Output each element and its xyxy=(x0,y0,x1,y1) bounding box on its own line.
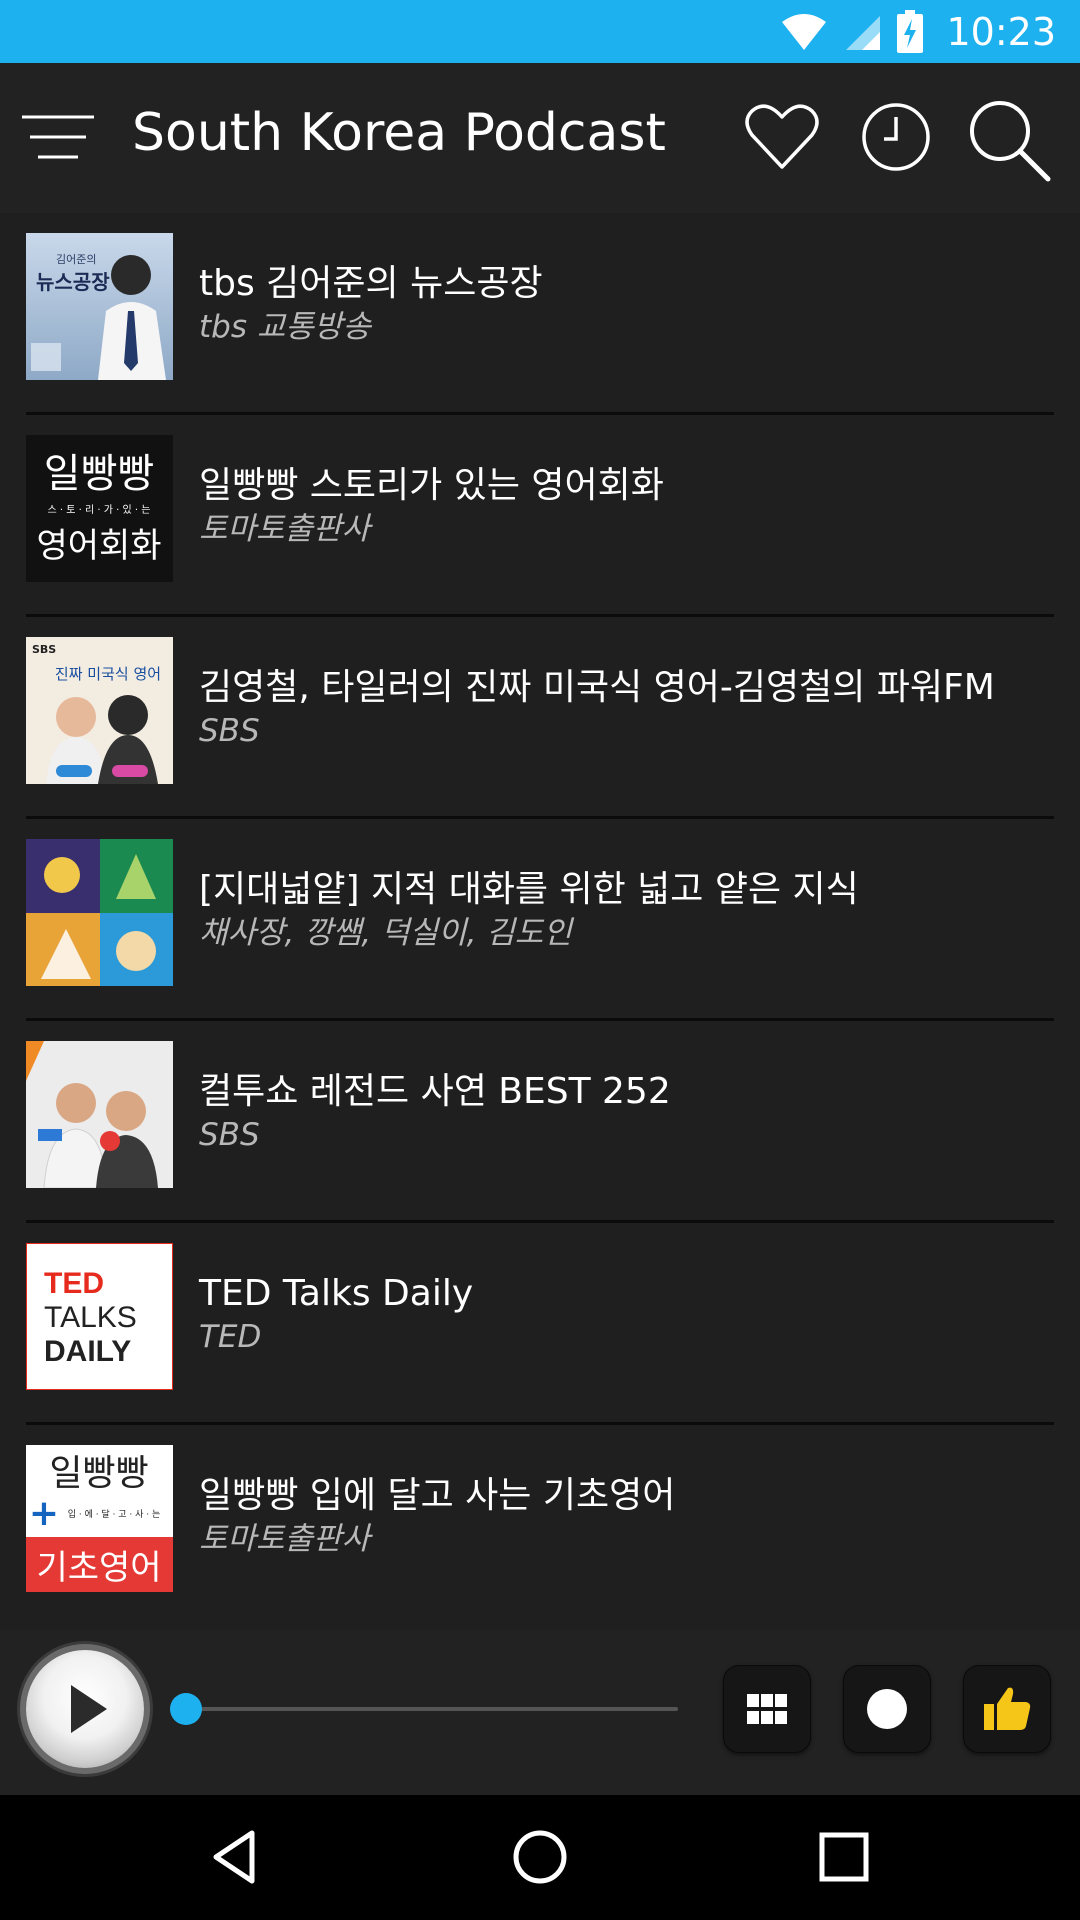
search-icon xyxy=(970,101,1051,182)
podcast-title: tbs 김어준의 뉴스공장 xyxy=(199,263,543,304)
grid-icon xyxy=(747,1694,787,1724)
podcast-author: SBS xyxy=(199,1117,260,1153)
podcast-list-item[interactable]: 일빵빵 + 입 · 에 · 달 · 고 · 사 · 는 기초영어 일빵빵 입에 … xyxy=(26,1425,1054,1627)
art-main-text: 일빵빵 xyxy=(44,451,154,497)
podcast-title: TED Talks Daily xyxy=(199,1273,474,1314)
app-title: South Korea Podcast xyxy=(132,103,666,163)
art-badge-text: SBS xyxy=(32,643,56,656)
art-sub-text: 김어준의 xyxy=(56,253,96,266)
cell-signal-icon xyxy=(842,12,882,52)
history-button[interactable] xyxy=(856,97,936,177)
podcast-title: 일빵빵 스토리가 있는 영어회화 xyxy=(199,465,664,506)
podcast-author: 채사장, 깡쌤, 덕실이, 김도인 xyxy=(199,915,572,951)
podcast-list-item[interactable]: 일빵빵 스 · 토 · 리 · 가 · 있 · 는 영어회화 일빵빵 스토리가 … xyxy=(26,415,1054,617)
like-button[interactable] xyxy=(963,1665,1051,1753)
home-icon xyxy=(513,1830,567,1884)
art-bottom-text: 영어회화 xyxy=(36,526,161,566)
art-line2: TALKS xyxy=(44,1301,137,1334)
podcast-title: [지대넓얕] 지적 대화를 위한 넓고 얕은 지식 xyxy=(199,869,859,910)
battery-charging-icon xyxy=(896,9,924,54)
podcast-artwork: 일빵빵 + 입 · 에 · 달 · 고 · 사 · 는 기초영어 xyxy=(26,1445,173,1592)
podcast-author: TED xyxy=(199,1319,262,1355)
home-button[interactable] xyxy=(504,1821,576,1893)
podcast-artwork: 일빵빵 스 · 토 · 리 · 가 · 있 · 는 영어회화 xyxy=(26,435,173,582)
art-line1: TED xyxy=(44,1267,104,1300)
back-icon xyxy=(213,1830,255,1884)
podcast-list-item[interactable]: SBS 진짜 미국식 영어 김영철, 타일러의 진짜 미국식 영어-김영철의 파… xyxy=(26,617,1054,819)
play-button[interactable] xyxy=(26,1650,144,1768)
record-button[interactable] xyxy=(843,1665,931,1753)
clock-icon xyxy=(862,103,930,171)
navigation-bar xyxy=(0,1795,1080,1920)
menu-icon xyxy=(22,115,94,159)
podcast-author: tbs 교통방송 xyxy=(199,309,371,345)
art-middle-text: 입 · 에 · 달 · 고 · 사 · 는 xyxy=(68,1508,161,1520)
art-main-text: 일빵빵 xyxy=(49,1453,148,1494)
status-bar: 10:23 xyxy=(0,0,1080,63)
player-bar xyxy=(0,1630,1080,1795)
podcast-artwork xyxy=(26,839,173,986)
art-plus: + xyxy=(29,1493,59,1534)
podcast-list-item[interactable]: [지대넓얕] 지적 대화를 위한 넓고 얕은 지식 채사장, 깡쌤, 덕실이, … xyxy=(26,819,1054,1021)
back-button[interactable] xyxy=(200,1821,272,1893)
search-button[interactable] xyxy=(966,97,1051,182)
podcast-author: 토마토출판사 xyxy=(199,1521,371,1557)
podcast-list-item[interactable]: 김어준의 뉴스공장 tbs 김어준의 뉴스공장 tbs 교통방송 xyxy=(26,213,1054,415)
podcast-artwork: 김어준의 뉴스공장 xyxy=(26,233,173,380)
record-icon xyxy=(867,1689,907,1729)
seek-thumb[interactable] xyxy=(170,1693,202,1725)
podcast-title: 일빵빵 입에 달고 사는 기초영어 xyxy=(199,1475,676,1516)
podcast-artwork: TED TALKS DAILY xyxy=(26,1243,173,1390)
menu-button[interactable] xyxy=(20,113,96,163)
podcast-artwork xyxy=(26,1041,173,1188)
grid-button[interactable] xyxy=(723,1665,811,1753)
podcast-title: 김영철, 타일러의 진짜 미국식 영어-김영철의 파워FM xyxy=(199,667,995,708)
podcast-author: SBS xyxy=(199,713,260,749)
art-bottom-text: 기초영어 xyxy=(36,1548,161,1588)
favorites-button[interactable] xyxy=(742,97,822,177)
podcast-artwork: SBS 진짜 미국식 영어 xyxy=(26,637,173,784)
podcast-title: 컬투쇼 레전드 사연 BEST 252 xyxy=(199,1071,671,1112)
art-middle-text: 스 · 토 · 리 · 가 · 있 · 는 xyxy=(48,504,151,516)
heart-icon xyxy=(745,104,819,169)
thumbs-up-icon xyxy=(984,1687,1031,1730)
seek-bar[interactable] xyxy=(170,1693,678,1725)
play-icon xyxy=(71,1685,107,1733)
podcast-list: 김어준의 뉴스공장 tbs 김어준의 뉴스공장 tbs 교통방송 일빵빵 스 ·… xyxy=(0,213,1080,1627)
app-bar: South Korea Podcast xyxy=(0,63,1080,213)
podcast-list-item[interactable]: 컬투쇼 레전드 사연 BEST 252 SBS xyxy=(26,1021,1054,1223)
recents-icon xyxy=(819,1832,869,1882)
recents-button[interactable] xyxy=(808,1821,880,1893)
status-clock: 10:23 xyxy=(946,9,1056,54)
wifi-icon xyxy=(780,12,828,52)
podcast-list-item[interactable]: TED TALKS DAILY TED Talks Daily TED xyxy=(26,1223,1054,1425)
art-line3: DAILY xyxy=(44,1335,131,1368)
art-main-text: 뉴스공장 xyxy=(36,270,110,294)
podcast-author: 토마토출판사 xyxy=(199,511,371,547)
art-main-text: 진짜 미국식 영어 xyxy=(55,665,161,683)
